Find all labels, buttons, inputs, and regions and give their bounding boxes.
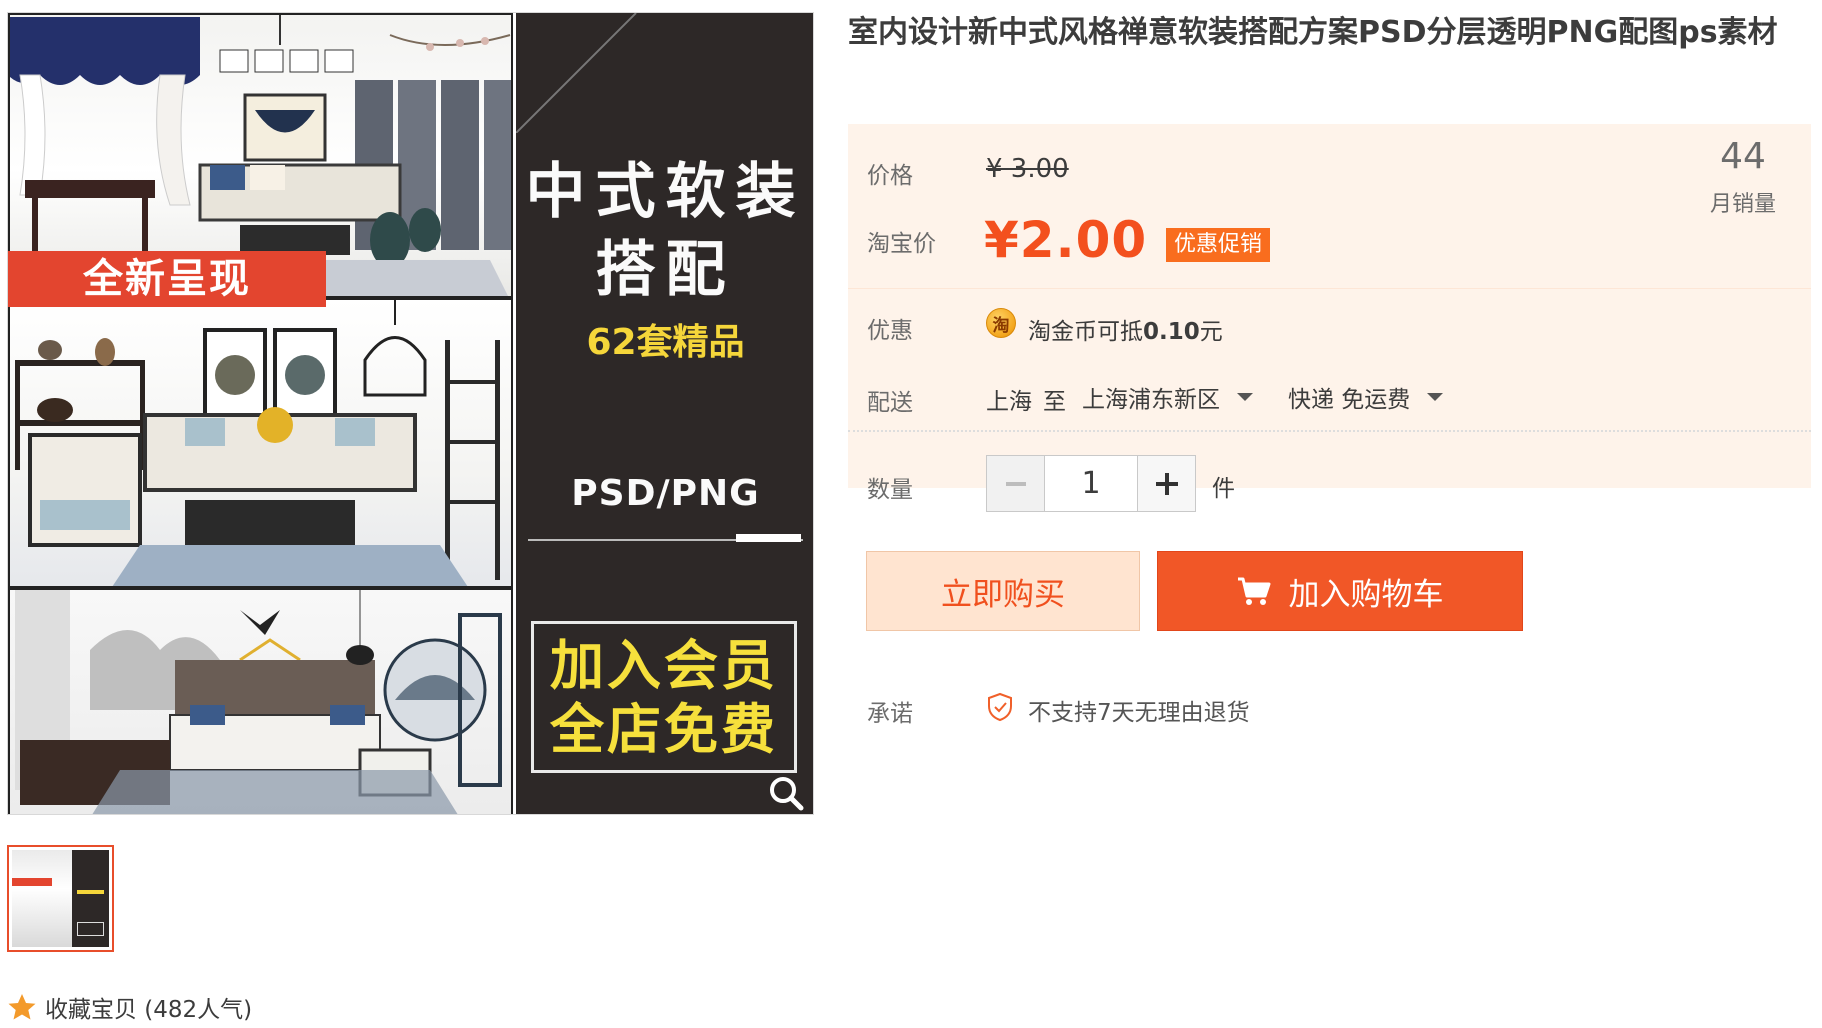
shipping-method-selector[interactable]: 快递 免运费	[1288, 380, 1446, 414]
quantity-stepper: 1	[986, 455, 1196, 512]
destination-selector[interactable]: 上海浦东新区	[1082, 380, 1256, 414]
buy-now-button[interactable]: 立即购买	[866, 551, 1140, 631]
section-divider	[848, 430, 1811, 432]
discount-text: 淘金币可抵0.10元	[1028, 319, 1223, 345]
price-divider	[848, 288, 1811, 289]
quantity-input[interactable]: 1	[1045, 456, 1137, 511]
quantity-label: 数量	[867, 477, 913, 503]
delivery-label: 配送	[867, 390, 913, 416]
product-thumbnail[interactable]	[7, 845, 114, 952]
add-to-cart-label: 加入购物车	[1288, 576, 1444, 613]
current-price: ¥2.00	[984, 211, 1148, 269]
member-line2: 全店免费	[550, 698, 778, 761]
price-panel: 价格 ¥ 3.00 淘宝价 ¥2.00 优惠促销 44 月销量 优惠 淘 淘金币…	[848, 124, 1811, 488]
image-title-line1: 中式软装	[525, 157, 806, 227]
taobao-coin-icon: 淘	[986, 308, 1016, 338]
image-sets-count: 62套精品	[586, 322, 745, 363]
discount-label: 优惠	[867, 318, 913, 344]
collage-panel-sofa	[8, 298, 513, 588]
promo-text-column: 中式软装 搭配 62套精品 PSD/PNG 加入会员 全店免费	[516, 13, 813, 814]
image-format-label: PSD/PNG	[571, 473, 760, 514]
thumbnail-image	[12, 850, 109, 947]
delivery-to-word: 至	[1043, 389, 1066, 415]
monthly-sales-label: 月销量	[1709, 192, 1776, 217]
minus-icon	[1005, 481, 1026, 486]
price-label: 价格	[867, 163, 913, 189]
original-price: ¥ 3.00	[986, 154, 1069, 184]
plus-icon	[1155, 472, 1178, 495]
promise-text: 不支持7天无理由退货	[1028, 700, 1250, 726]
shipping-method: 快递 免运费	[1288, 387, 1411, 413]
buy-now-label: 立即购买	[941, 576, 1065, 613]
new-arrival-ribbon: 全新呈现	[8, 251, 326, 307]
monthly-sales-count: 44	[1720, 136, 1766, 177]
favorite-button[interactable]: 收藏宝贝 (482人气)	[7, 990, 252, 1024]
chevron-down-icon	[1427, 393, 1444, 401]
main-product-image[interactable]: 全新呈现 中式软装 搭配 62套精品 PSD/PNG 加入会员 全店免费	[7, 12, 814, 815]
favorite-label: 收藏宝贝 (482人气)	[45, 997, 253, 1023]
decrease-quantity-button[interactable]	[987, 456, 1045, 511]
delivery-origin: 上海	[986, 389, 1032, 415]
chevron-down-icon	[1237, 393, 1253, 401]
taobao-price-label: 淘宝价	[867, 231, 936, 257]
add-to-cart-button[interactable]: 加入购物车	[1157, 551, 1523, 631]
cart-icon	[1237, 577, 1270, 605]
collage-panel-bedroom	[8, 588, 513, 814]
furniture-collage: 全新呈现	[8, 13, 516, 814]
member-promo-box: 加入会员 全店免费	[531, 621, 797, 773]
product-title: 室内设计新中式风格禅意软装搭配方案PSD分层透明PNG配图ps素材	[848, 15, 1778, 50]
shield-check-icon	[988, 692, 1012, 722]
quantity-unit: 件	[1212, 476, 1235, 502]
star-icon	[8, 994, 36, 1020]
divider-accent	[736, 534, 801, 542]
member-line1: 加入会员	[550, 634, 778, 697]
search-zoom-icon[interactable]	[766, 773, 806, 813]
delivery-destination: 上海浦东新区	[1082, 387, 1220, 413]
promo-tag: 优惠促销	[1166, 228, 1271, 262]
image-title-line2: 搭配	[595, 235, 736, 305]
promise-label: 承诺	[867, 701, 913, 727]
increase-quantity-button[interactable]	[1137, 456, 1195, 511]
